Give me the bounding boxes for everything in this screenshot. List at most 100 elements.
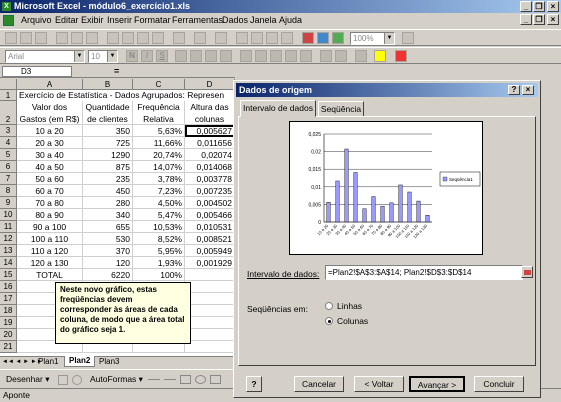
header-cell-altura[interactable]: Altura das colunas [185, 101, 235, 125]
restore-button[interactable]: ❐ [533, 1, 545, 12]
menu-dados[interactable]: Dados [222, 13, 248, 28]
row-header[interactable]: 11 [0, 221, 17, 233]
dialog-help-icon[interactable]: ? [508, 85, 520, 95]
percent-icon[interactable] [255, 50, 267, 62]
table-cell[interactable]: 280 [83, 197, 133, 209]
format-painter-icon[interactable] [152, 32, 164, 44]
table-cell[interactable]: 30 a 40 [17, 149, 83, 161]
tab-data-range[interactable]: Intervalo de dados [240, 100, 316, 117]
table-cell[interactable]: 5,63% [133, 125, 185, 137]
spelling-icon[interactable] [86, 32, 98, 44]
align-center-icon[interactable] [190, 50, 202, 62]
name-box[interactable]: D3 [2, 66, 72, 77]
underline-button[interactable]: S [156, 50, 168, 62]
chart-wizard-icon[interactable] [302, 32, 314, 44]
map-icon[interactable] [317, 32, 329, 44]
doc-restore-button[interactable]: ❐ [533, 14, 545, 25]
table-cell[interactable]: 1290 [83, 149, 133, 161]
table-cell[interactable]: 0,02074 [185, 149, 235, 161]
column-header-c[interactable]: C [133, 79, 185, 90]
column-header-b[interactable]: B [83, 79, 133, 90]
oval-icon[interactable] [195, 375, 206, 384]
cut-icon[interactable] [107, 32, 119, 44]
row-header[interactable]: 5 [0, 149, 17, 161]
font-select[interactable]: Arial ▼ [5, 50, 85, 63]
redo-icon[interactable] [194, 32, 206, 44]
line-icon[interactable] [148, 379, 160, 380]
draw-menu-button[interactable]: Desenhar ▾ [6, 370, 49, 389]
table-cell[interactable]: 875 [83, 161, 133, 173]
font-color-icon[interactable] [395, 50, 407, 62]
table-cell[interactable]: 80 a 90 [17, 209, 83, 221]
dialog-close-icon[interactable]: × [522, 85, 534, 95]
row-header[interactable]: 1 [0, 90, 17, 101]
currency-icon[interactable] [240, 50, 252, 62]
menu-exibir[interactable]: Exibir [81, 13, 104, 28]
borders-icon[interactable] [355, 50, 367, 62]
table-cell[interactable] [185, 281, 235, 293]
row-header[interactable]: 6 [0, 161, 17, 173]
row-header[interactable]: 15 [0, 269, 17, 281]
menu-ferramentas[interactable]: Ferramentas [172, 13, 223, 28]
increase-decimal-icon[interactable] [285, 50, 297, 62]
back-button[interactable]: < Voltar [354, 376, 404, 392]
undo-icon[interactable] [173, 32, 185, 44]
table-cell[interactable]: 120 a 130 [17, 257, 83, 269]
table-cell[interactable]: 0,001929 [185, 257, 235, 269]
select-all-corner[interactable] [0, 79, 17, 90]
tab-plan1[interactable]: Plan1 [38, 357, 58, 367]
row-header[interactable]: 20 [0, 329, 17, 341]
header-cell-valor[interactable]: Valor dos Gastos (em R$) [17, 101, 83, 125]
row-header[interactable]: 17 [0, 293, 17, 305]
table-cell[interactable]: 90 a 100 [17, 221, 83, 233]
table-cell[interactable]: 7,23% [133, 185, 185, 197]
total-cell[interactable]: TOTAL [17, 269, 83, 281]
table-cell[interactable]: 11,66% [133, 137, 185, 149]
spreadsheet-grid[interactable]: A B C D 1 Exercício de Estatística - Dad… [0, 79, 235, 356]
table-cell[interactable]: 50 a 60 [17, 173, 83, 185]
align-left-icon[interactable] [175, 50, 187, 62]
table-cell[interactable]: 0,010531 [185, 221, 235, 233]
table-cell[interactable]: 5,95% [133, 245, 185, 257]
table-cell[interactable]: 655 [83, 221, 133, 233]
table-cell[interactable]: 0,005627 [185, 125, 235, 137]
zoom-select[interactable]: 100% ▼ [350, 32, 395, 45]
table-cell[interactable]: 110 a 120 [17, 245, 83, 257]
row-header[interactable]: 3 [0, 125, 17, 137]
row-header[interactable]: 8 [0, 185, 17, 197]
row-header[interactable]: 18 [0, 305, 17, 317]
free-rotate-icon[interactable] [72, 375, 82, 385]
increase-indent-icon[interactable] [335, 50, 347, 62]
table-cell[interactable]: 725 [83, 137, 133, 149]
table-cell[interactable]: 0,014068 [185, 161, 235, 173]
tab-series[interactable]: Seqüência [318, 101, 364, 117]
row-header[interactable]: 4 [0, 137, 17, 149]
print-icon[interactable] [56, 32, 68, 44]
next-button[interactable]: Avançar > [409, 376, 465, 392]
tab-scroll-buttons[interactable]: ◄◄ ◄ ► ►► [2, 357, 43, 367]
paste-icon[interactable] [137, 32, 149, 44]
minimize-button[interactable]: _ [520, 1, 532, 12]
workbook-icon[interactable] [3, 15, 14, 26]
header-cell-frequencia[interactable]: Frequência Relativa [133, 101, 185, 125]
align-right-icon[interactable] [205, 50, 217, 62]
formula-equals-button[interactable]: = [114, 65, 119, 78]
table-cell[interactable]: 3,78% [133, 173, 185, 185]
sheet-title-cell[interactable]: Exercício de Estatística - Dados Agrupad… [19, 90, 235, 101]
total-cell[interactable]: 100% [133, 269, 185, 281]
menu-arquivo[interactable]: Arquivo [21, 13, 52, 28]
row-header[interactable]: 13 [0, 245, 17, 257]
table-cell[interactable]: 235 [83, 173, 133, 185]
cancel-button[interactable]: Cancelar [294, 376, 344, 392]
table-cell[interactable]: 340 [83, 209, 133, 221]
select-objects-icon[interactable] [58, 375, 68, 385]
bold-button[interactable]: N [126, 50, 138, 62]
table-cell[interactable]: 0,005949 [185, 245, 235, 257]
table-cell[interactable]: 100 a 110 [17, 233, 83, 245]
radio-columns-label[interactable]: Colunas [337, 316, 368, 326]
hyperlink-icon[interactable] [215, 32, 227, 44]
table-cell[interactable] [185, 329, 235, 341]
table-cell[interactable]: 0,011656 [185, 137, 235, 149]
drawing-icon[interactable] [332, 32, 344, 44]
range-input[interactable]: =Plan2!$A$3:$A$14; Plan2!$D$3:$D$14 [325, 265, 523, 280]
